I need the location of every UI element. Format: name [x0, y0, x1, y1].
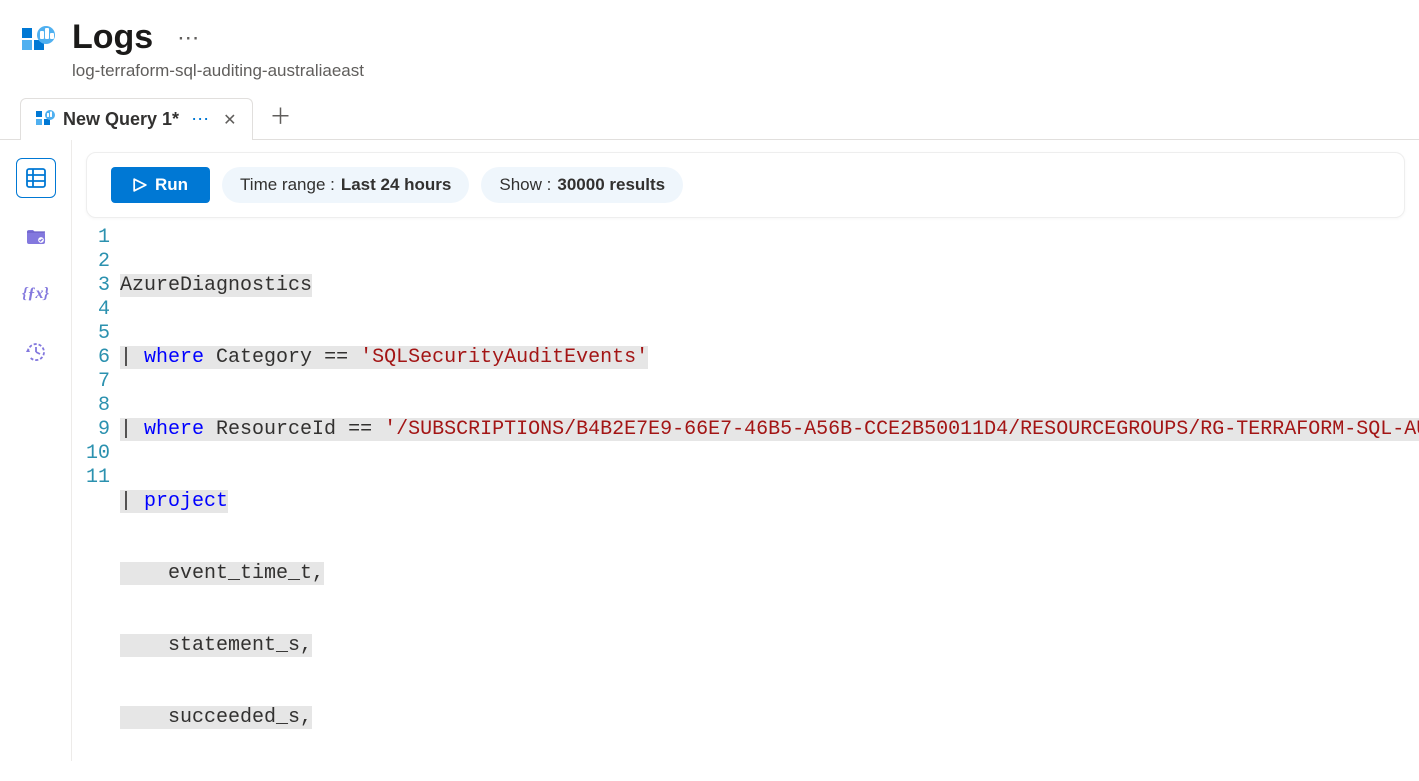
- run-label: Run: [155, 175, 188, 195]
- page-title: Logs: [72, 18, 153, 57]
- query-editor[interactable]: 1 2 3 4 5 6 7 8 9 10 11 AzureDiagnostics…: [72, 218, 1419, 761]
- code-area[interactable]: AzureDiagnostics | where Category == 'SQ…: [120, 226, 1419, 761]
- tab-label: New Query 1*: [63, 109, 179, 130]
- add-tab-button[interactable]: ＋: [253, 91, 307, 139]
- tab-more-icon[interactable]: ⋯: [191, 115, 211, 124]
- logs-icon: [20, 26, 56, 62]
- rail-functions-button[interactable]: {ƒx}: [16, 274, 56, 314]
- run-button[interactable]: Run: [111, 167, 210, 203]
- header-more-icon[interactable]: ⋯: [177, 32, 201, 43]
- table-icon: [25, 167, 47, 189]
- query-tabs: New Query 1* ⋯ ✕ ＋: [0, 91, 1419, 140]
- play-icon: [133, 178, 147, 192]
- folder-icon: [24, 224, 48, 248]
- history-icon: [24, 340, 48, 364]
- page-header: Logs ⋯ log-terraform-sql-auditing-austra…: [0, 0, 1419, 91]
- show-label: Show :: [499, 175, 551, 195]
- left-rail: {ƒx}: [0, 140, 72, 761]
- rail-queries-button[interactable]: [16, 216, 56, 256]
- workspace-name: log-terraform-sql-auditing-australiaeast: [72, 61, 364, 81]
- query-tab-active[interactable]: New Query 1* ⋯ ✕: [20, 98, 253, 140]
- fx-icon: {ƒx}: [22, 285, 49, 303]
- rail-tables-button[interactable]: [16, 158, 56, 198]
- show-results-selector[interactable]: Show : 30000 results: [481, 167, 683, 203]
- time-range-label: Time range :: [240, 175, 335, 195]
- time-range-value: Last 24 hours: [341, 175, 452, 195]
- logs-tab-icon: [35, 110, 55, 130]
- time-range-selector[interactable]: Time range : Last 24 hours: [222, 167, 469, 203]
- query-toolbar: Run Time range : Last 24 hours Show : 30…: [86, 152, 1405, 218]
- rail-history-button[interactable]: [16, 332, 56, 372]
- tab-close-icon[interactable]: ✕: [223, 110, 236, 130]
- show-value: 30000 results: [557, 175, 665, 195]
- line-gutter: 1 2 3 4 5 6 7 8 9 10 11: [72, 226, 120, 761]
